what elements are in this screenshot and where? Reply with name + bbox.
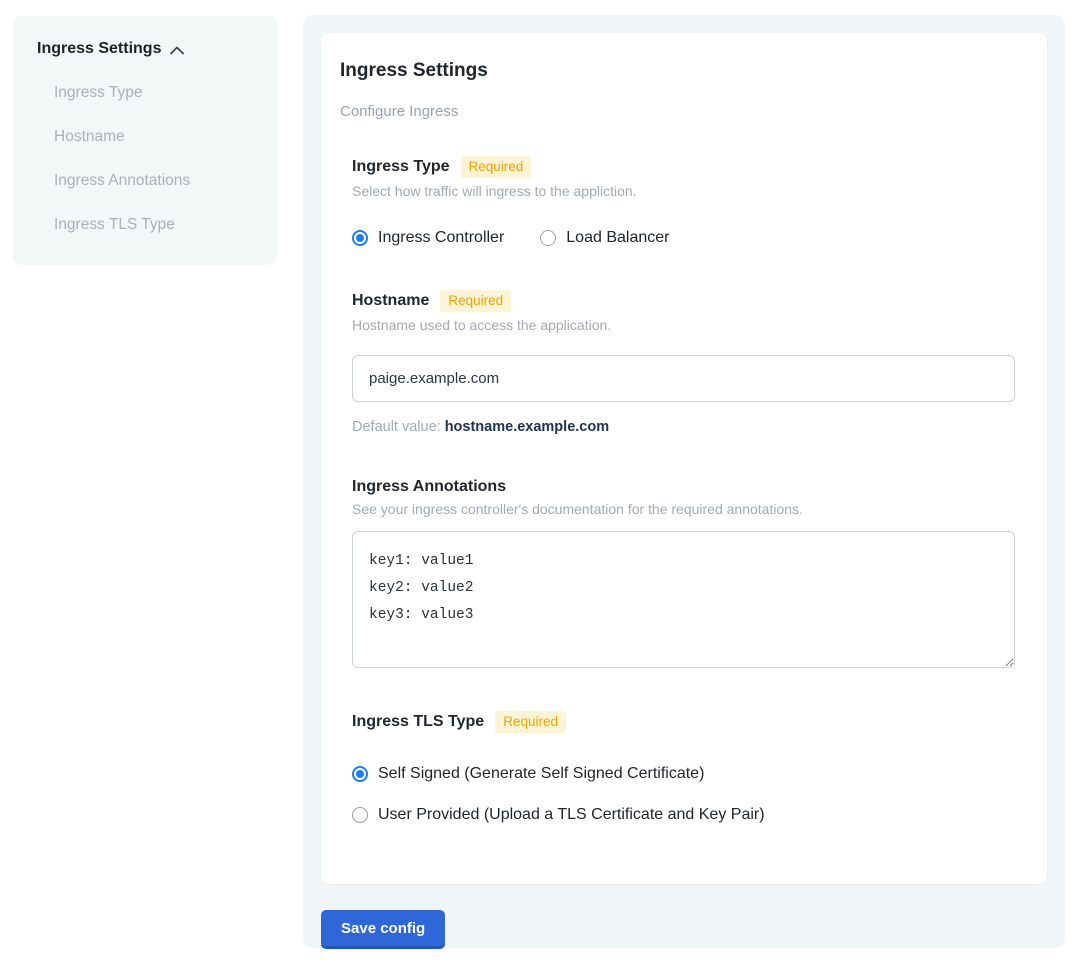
required-badge: Required	[495, 711, 566, 733]
sidebar-item-list: Ingress Type Hostname Ingress Annotation…	[37, 84, 253, 234]
field-group-hostname: Hostname Required Hostname used to acces…	[352, 290, 1015, 435]
hostname-input[interactable]	[352, 355, 1015, 402]
sidebar-item-ingress-type[interactable]: Ingress Type	[37, 84, 253, 102]
tls-type-options: Self Signed (Generate Self Signed Certif…	[352, 765, 1015, 824]
field-group-ingress-tls-type: Ingress TLS Type Required Self Signed (G…	[352, 711, 1015, 824]
save-config-button[interactable]: Save config	[321, 910, 445, 949]
radio-button-icon[interactable]	[352, 766, 368, 782]
field-group-ingress-type: Ingress Type Required Select how traffic…	[352, 156, 1015, 247]
field-label: Hostname	[352, 292, 429, 310]
ingress-annotations-textarea[interactable]: key1: value1 key2: value2 key3: value3	[352, 531, 1015, 668]
field-label-row: Ingress TLS Type Required	[352, 711, 1015, 733]
radio-button-icon[interactable]	[352, 230, 368, 246]
radio-button-icon[interactable]	[352, 807, 368, 823]
sidebar-group-label: Ingress Settings	[37, 40, 161, 58]
radio-option-label: Self Signed (Generate Self Signed Certif…	[378, 765, 704, 783]
config-panel: Ingress Settings Configure Ingress Ingre…	[303, 15, 1065, 948]
field-label-row: Hostname Required	[352, 290, 1015, 312]
radio-option-ingress-controller[interactable]: Ingress Controller	[352, 229, 504, 247]
ingress-type-options: Ingress Controller Load Balancer	[352, 229, 1015, 247]
chevron-up-icon	[170, 46, 184, 55]
sidebar-group-ingress-settings[interactable]: Ingress Settings	[37, 40, 253, 58]
card-title: Ingress Settings	[340, 60, 1015, 82]
config-nav-sidebar: Ingress Settings Ingress Type Hostname I…	[13, 16, 277, 265]
field-group-ingress-annotations: Ingress Annotations See your ingress con…	[352, 478, 1015, 668]
field-label-row: Ingress Annotations	[352, 478, 1015, 496]
field-label: Ingress Type	[352, 158, 450, 176]
required-badge: Required	[461, 156, 532, 178]
radio-button-icon[interactable]	[540, 230, 556, 246]
sidebar-item-ingress-tls-type[interactable]: Ingress TLS Type	[37, 216, 253, 234]
radio-option-label: User Provided (Upload a TLS Certificate …	[378, 806, 765, 824]
field-help-text: See your ingress controller's documentat…	[352, 501, 1015, 517]
field-help-text: Select how traffic will ingress to the a…	[352, 183, 1015, 199]
radio-option-user-provided[interactable]: User Provided (Upload a TLS Certificate …	[352, 806, 1015, 824]
field-label-row: Ingress Type Required	[352, 156, 1015, 178]
card-subtitle: Configure Ingress	[340, 103, 1015, 120]
required-badge: Required	[440, 290, 511, 312]
radio-option-label: Load Balancer	[566, 229, 669, 247]
default-value-prefix: Default value:	[352, 419, 445, 435]
radio-option-label: Ingress Controller	[378, 229, 504, 247]
default-value-text: hostname.example.com	[445, 419, 609, 435]
radio-option-load-balancer[interactable]: Load Balancer	[540, 229, 669, 247]
field-help-text: Hostname used to access the application.	[352, 317, 1015, 333]
sidebar-item-hostname[interactable]: Hostname	[37, 128, 253, 146]
sidebar-item-ingress-annotations[interactable]: Ingress Annotations	[37, 172, 253, 190]
field-label: Ingress Annotations	[352, 478, 506, 496]
radio-option-self-signed[interactable]: Self Signed (Generate Self Signed Certif…	[352, 765, 1015, 783]
hostname-default-line: Default value: hostname.example.com	[352, 419, 1015, 435]
ingress-settings-card: Ingress Settings Configure Ingress Ingre…	[321, 33, 1047, 884]
field-label: Ingress TLS Type	[352, 713, 484, 731]
